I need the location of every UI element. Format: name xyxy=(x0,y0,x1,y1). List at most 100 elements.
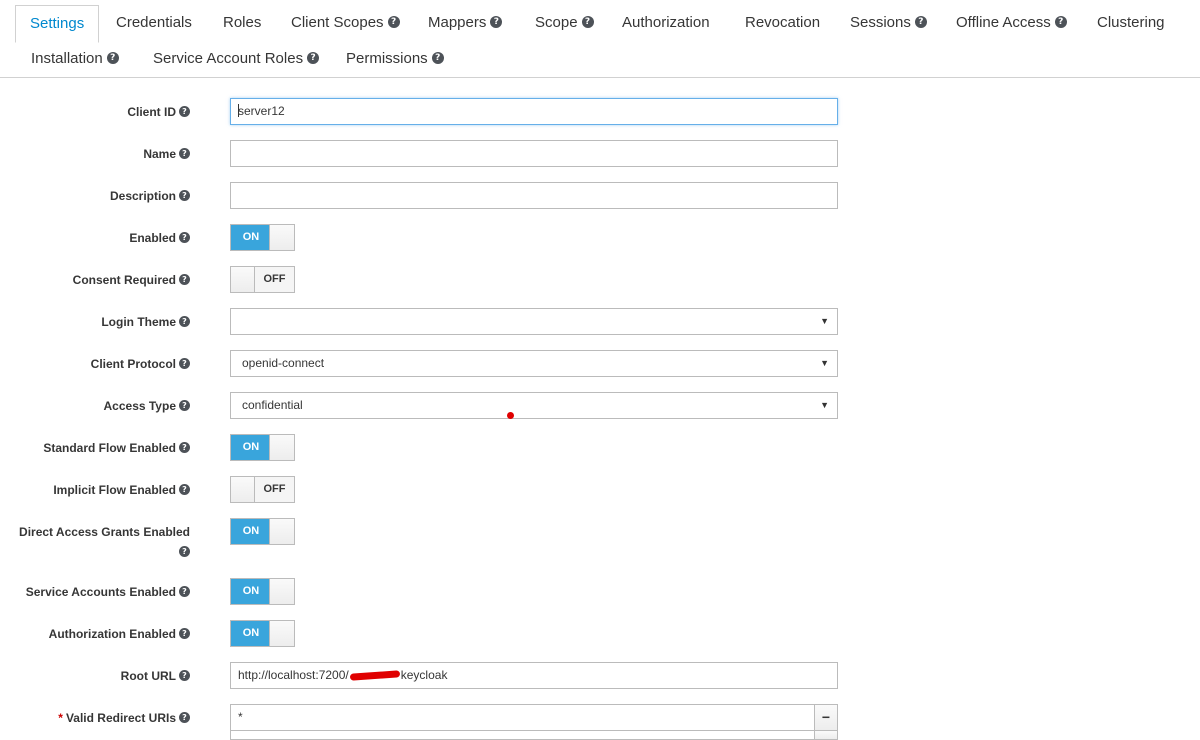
tab-roles[interactable]: Roles xyxy=(223,5,261,41)
login-theme-label: Login Theme? xyxy=(101,314,190,330)
redaction-mark xyxy=(349,670,400,682)
tab-label: Client Scopes xyxy=(291,14,384,31)
help-icon[interactable]: ? xyxy=(179,400,190,412)
help-icon[interactable]: ? xyxy=(581,16,594,29)
help-icon[interactable]: ? xyxy=(914,16,927,29)
service-accounts-switch[interactable]: ON xyxy=(230,578,295,605)
direct-access-label: Direct Access Grants Enabled? xyxy=(19,525,190,558)
help-icon[interactable]: ? xyxy=(106,52,119,65)
add-redirect-uri-button[interactable] xyxy=(814,730,838,740)
name-input[interactable] xyxy=(230,140,838,167)
tab-service-account-roles[interactable]: Service Account Roles? xyxy=(153,41,320,77)
tab-clustering[interactable]: Clustering xyxy=(1097,5,1165,41)
client-protocol-label: Client Protocol? xyxy=(91,356,190,372)
service-accounts-label: Service Accounts Enabled? xyxy=(26,584,190,600)
switch-on-label: ON xyxy=(231,225,271,250)
help-icon[interactable]: ? xyxy=(490,16,503,29)
redirect-uris-next-row xyxy=(0,730,1200,740)
switch-knob xyxy=(269,621,294,646)
authorization-switch[interactable]: ON xyxy=(230,620,295,647)
tab-label: Clustering xyxy=(1097,14,1165,31)
redirect-uri-new-input[interactable] xyxy=(230,730,815,740)
caret-down-icon: ▼ xyxy=(820,358,829,368)
help-icon[interactable]: ? xyxy=(179,586,190,598)
client-protocol-select[interactable]: openid-connect ▼ xyxy=(230,350,838,377)
tab-sessions[interactable]: Sessions? xyxy=(850,5,927,41)
help-icon[interactable]: ? xyxy=(179,232,190,244)
help-icon[interactable]: ? xyxy=(179,442,190,454)
tab-settings[interactable]: Settings xyxy=(15,5,100,43)
tab-offline-access[interactable]: Offline Access? xyxy=(956,5,1067,41)
tab-credentials[interactable]: Credentials xyxy=(116,5,192,41)
enabled-switch[interactable]: ON xyxy=(230,224,295,251)
tab-label: Permissions xyxy=(346,50,428,67)
switch-knob xyxy=(231,267,256,292)
access-type-label: Access Type? xyxy=(104,398,190,414)
help-icon[interactable]: ? xyxy=(179,148,190,160)
consent-required-switch[interactable]: OFF xyxy=(230,266,295,293)
root-url-input[interactable]: http://localhost:7200/keycloak xyxy=(230,662,838,689)
help-icon[interactable]: ? xyxy=(179,670,190,682)
root-url-suffix: keycloak xyxy=(400,668,448,682)
tab-installation[interactable]: Installation? xyxy=(31,41,119,77)
caret-down-icon: ▼ xyxy=(820,316,829,326)
tab-label: Scope xyxy=(535,14,578,31)
help-icon[interactable]: ? xyxy=(179,484,190,496)
required-mark: * xyxy=(58,711,63,725)
name-label: Name? xyxy=(143,146,190,162)
switch-knob xyxy=(231,477,256,502)
tab-label: Service Account Roles xyxy=(153,50,304,67)
tab-label: Mappers xyxy=(428,14,487,31)
tab-client-scopes[interactable]: Client Scopes? xyxy=(291,5,400,41)
tab-label: Revocation xyxy=(745,14,821,31)
tab-label: Installation xyxy=(31,50,103,67)
client-id-input[interactable]: server12 xyxy=(230,98,838,125)
redirect-uri-value: * xyxy=(238,710,243,724)
tab-label: Offline Access xyxy=(956,14,1051,31)
tab-authorization[interactable]: Authorization xyxy=(622,5,710,41)
enabled-label: Enabled? xyxy=(129,230,190,246)
access-type-select[interactable]: confidential ▼ xyxy=(230,392,838,419)
help-icon[interactable]: ? xyxy=(1054,16,1067,29)
help-icon[interactable]: ? xyxy=(307,52,320,65)
switch-on-label: ON xyxy=(231,579,271,604)
caret-down-icon: ▼ xyxy=(820,400,829,410)
redirect-uris-label: * Valid Redirect URIs? xyxy=(58,710,190,726)
description-label: Description? xyxy=(110,188,190,204)
tab-permissions[interactable]: Permissions? xyxy=(346,41,444,77)
help-icon[interactable]: ? xyxy=(179,316,190,328)
tab-label: Sessions xyxy=(850,14,911,31)
client-tabs: Settings Credentials Roles Client Scopes… xyxy=(0,0,1200,78)
direct-access-switch[interactable]: ON xyxy=(230,518,295,545)
switch-knob xyxy=(269,225,294,250)
annotation-dot xyxy=(507,412,514,419)
redirect-uri-input[interactable]: * xyxy=(230,704,815,731)
switch-off-label: OFF xyxy=(254,267,294,292)
switch-knob xyxy=(269,519,294,544)
tab-label: Roles xyxy=(223,14,262,31)
standard-flow-switch[interactable]: ON xyxy=(230,434,295,461)
implicit-flow-switch[interactable]: OFF xyxy=(230,476,295,503)
help-icon[interactable]: ? xyxy=(387,16,400,29)
switch-on-label: ON xyxy=(231,621,271,646)
help-icon[interactable]: ? xyxy=(179,358,190,370)
help-icon[interactable]: ? xyxy=(179,274,190,286)
help-icon[interactable]: ? xyxy=(179,546,190,558)
text-cursor xyxy=(238,104,239,118)
access-type-value: confidential xyxy=(242,398,303,412)
description-input[interactable] xyxy=(230,182,838,209)
help-icon[interactable]: ? xyxy=(179,712,190,724)
switch-on-label: ON xyxy=(231,435,271,460)
help-icon[interactable]: ? xyxy=(179,190,190,202)
help-icon[interactable]: ? xyxy=(431,52,444,65)
minus-icon: − xyxy=(821,709,831,725)
login-theme-select[interactable]: ▼ xyxy=(230,308,838,335)
tab-label: Settings xyxy=(30,15,85,32)
tab-scope[interactable]: Scope? xyxy=(535,5,594,41)
remove-redirect-uri-button[interactable]: − xyxy=(814,704,838,731)
tab-mappers[interactable]: Mappers? xyxy=(428,5,503,41)
tab-revocation[interactable]: Revocation xyxy=(745,5,820,41)
help-icon[interactable]: ? xyxy=(179,106,190,118)
implicit-flow-label: Implicit Flow Enabled? xyxy=(53,482,190,498)
help-icon[interactable]: ? xyxy=(179,628,190,640)
